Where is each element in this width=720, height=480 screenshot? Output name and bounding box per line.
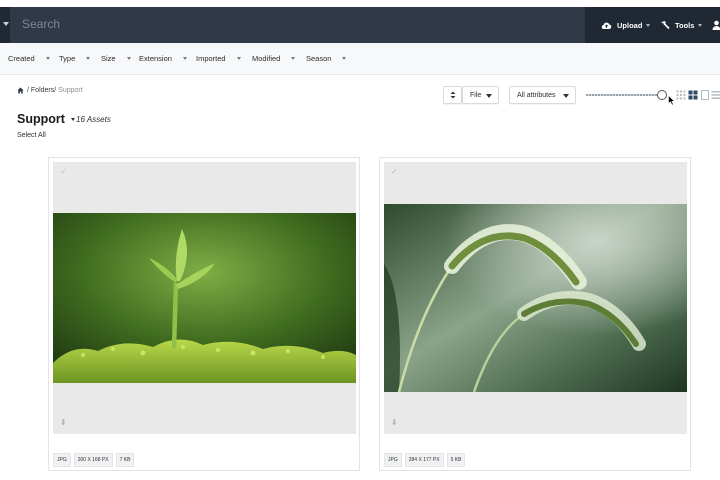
asset-card[interactable]: ✓ — [48, 157, 360, 471]
breadcrumb-folders[interactable]: Folders/ — [31, 87, 56, 94]
home-icon[interactable] — [17, 87, 24, 94]
card-view-icon[interactable] — [700, 90, 710, 100]
asset-image-foxtail[interactable] — [384, 204, 687, 392]
chevron-down-icon — [70, 117, 75, 121]
filter-label: Size — [101, 54, 116, 63]
upload-button[interactable]: Upload — [601, 7, 651, 43]
chevron-down-icon — [698, 23, 703, 27]
chevron-down-icon — [86, 57, 91, 60]
breadcrumb: / Folders/ Support — [17, 87, 83, 94]
filter-label: Imported — [196, 54, 226, 63]
select-all-link[interactable]: Select All — [17, 132, 46, 139]
file-size-tag: 7 KB — [115, 453, 135, 467]
grid-small-icon[interactable] — [676, 90, 686, 100]
header-actions: Upload Tools — [585, 7, 720, 43]
attributes-select[interactable]: All attributes — [509, 86, 576, 104]
user-icon[interactable] — [712, 20, 720, 30]
upload-label: Upload — [617, 20, 643, 30]
check-icon[interactable]: ✓ — [60, 167, 67, 176]
asset-meta-tags: JPG 284 X 177 PX 5 KB — [384, 453, 466, 467]
grid-large-icon[interactable] — [688, 90, 698, 100]
caret-down-icon — [3, 22, 9, 26]
chevron-down-icon — [563, 94, 569, 98]
filter-created[interactable]: Created — [8, 54, 50, 63]
sort-icon — [450, 91, 455, 99]
dimensions-tag: 284 X 177 PX — [404, 453, 444, 467]
asset-thumbnail-area: ✓ ⬇ — [53, 162, 356, 434]
page-title-text: Support — [17, 112, 65, 126]
zoom-slider[interactable] — [586, 94, 662, 96]
check-icon[interactable]: ✓ — [391, 167, 398, 176]
filter-label: Type — [59, 54, 76, 63]
tools-label: Tools — [675, 20, 695, 30]
filter-bar: Created Type Size Extension Imported Mod… — [0, 43, 720, 75]
hammer-icon — [661, 21, 670, 30]
file-size-tag: 5 KB — [446, 453, 466, 467]
dimensions-tag: 300 X 168 PX — [73, 453, 113, 467]
filter-label: Modified — [252, 54, 281, 63]
cloud-upload-icon — [601, 22, 612, 29]
sort-button[interactable] — [443, 86, 462, 104]
file-select[interactable]: File — [462, 86, 499, 104]
download-icon[interactable]: ⬇ — [60, 418, 67, 427]
breadcrumb-separator: / — [27, 87, 29, 94]
app-header: Search Upload Tools — [0, 7, 720, 43]
filter-label: Created — [8, 54, 35, 63]
filter-season[interactable]: Season — [306, 54, 347, 63]
asset-thumbnail-area: ✓ ⬇ — [384, 162, 687, 434]
menu-toggle[interactable] — [0, 7, 10, 43]
chevron-down-icon — [45, 57, 50, 60]
tools-button[interactable]: Tools — [660, 7, 703, 43]
filter-extension[interactable]: Extension — [139, 54, 187, 63]
chevron-down-icon — [486, 94, 492, 98]
chevron-down-icon — [236, 57, 241, 60]
zoom-slider-thumb[interactable] — [657, 90, 667, 100]
chevron-down-icon — [126, 57, 131, 60]
breadcrumb-current: Support — [58, 87, 83, 94]
list-view-icon[interactable] — [711, 90, 720, 100]
page-title[interactable]: Support — [17, 112, 75, 126]
chevron-down-icon — [342, 57, 347, 60]
chevron-down-icon — [182, 57, 187, 60]
file-type-tag: JPG — [53, 453, 71, 467]
filter-label: Season — [306, 54, 332, 63]
file-type-tag: JPG — [384, 453, 402, 467]
asset-meta-tags: JPG 300 X 168 PX 7 KB — [53, 453, 135, 467]
search-input[interactable]: Search — [22, 17, 60, 31]
filter-size[interactable]: Size — [101, 54, 131, 63]
chevron-down-icon — [291, 57, 296, 60]
filter-type[interactable]: Type — [59, 54, 91, 63]
asset-image-seedling[interactable] — [53, 213, 356, 383]
asset-card[interactable]: ✓ — [379, 157, 691, 471]
mouse-cursor-icon — [668, 95, 676, 106]
asset-count: 16 Assets — [76, 115, 111, 124]
file-select-value: File — [470, 91, 482, 99]
filter-label: Extension — [139, 54, 172, 63]
attributes-select-value: All attributes — [517, 91, 556, 99]
download-icon[interactable]: ⬇ — [391, 418, 398, 427]
chevron-down-icon — [646, 23, 651, 27]
filter-modified[interactable]: Modified — [252, 54, 296, 63]
filter-imported[interactable]: Imported — [196, 54, 241, 63]
top-strip — [0, 0, 720, 7]
